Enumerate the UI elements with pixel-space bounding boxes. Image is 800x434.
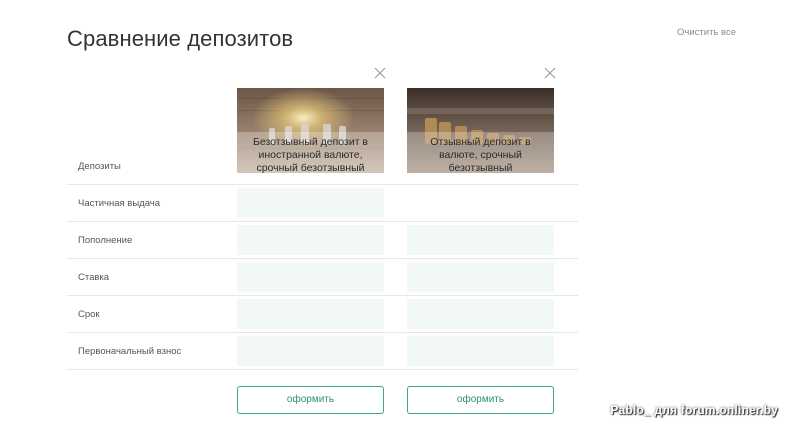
row-label-term: Срок	[78, 309, 100, 320]
value-cell	[237, 225, 384, 255]
row-label-rate: Ставка	[78, 272, 110, 283]
row-divider	[67, 332, 578, 333]
value-cell	[237, 262, 384, 292]
value-cell	[407, 299, 554, 329]
product-title: Безотзывный депозит в иностранной валюте…	[252, 136, 369, 173]
row-label-partial-withdrawal: Частичная выдача	[78, 198, 161, 209]
page-title: Сравнение депозитов	[67, 26, 294, 51]
row-divider	[67, 221, 578, 222]
value-cell	[237, 336, 384, 366]
value-cell	[407, 262, 554, 292]
value-cell	[407, 336, 554, 366]
value-cell	[237, 299, 384, 329]
row-divider	[67, 258, 578, 259]
apply-button[interactable]: оформить	[237, 386, 384, 414]
close-icon[interactable]	[544, 67, 556, 79]
row-label-initial-deposit: Первоначальный взнос	[78, 346, 182, 357]
close-icon[interactable]	[374, 67, 386, 79]
value-cell	[407, 225, 554, 255]
row-label-replenishment: Пополнение	[78, 235, 133, 246]
product-card[interactable]: Отзывный депозит в валюте, срочный безот…	[407, 88, 554, 173]
product-card[interactable]: Безотзывный депозит в иностранной валюте…	[237, 88, 384, 173]
row-divider	[67, 295, 578, 296]
row-label-deposits: Депозиты	[78, 161, 121, 172]
clear-all-link[interactable]: Очистить все	[677, 27, 736, 38]
watermark: Pablo_ для forum.onliner.by	[610, 403, 778, 417]
row-divider	[67, 369, 578, 370]
apply-button[interactable]: оформить	[407, 386, 554, 414]
value-cell	[237, 188, 384, 218]
product-title: Отзывный депозит в валюте, срочный безот…	[430, 136, 531, 173]
row-divider	[67, 184, 578, 185]
